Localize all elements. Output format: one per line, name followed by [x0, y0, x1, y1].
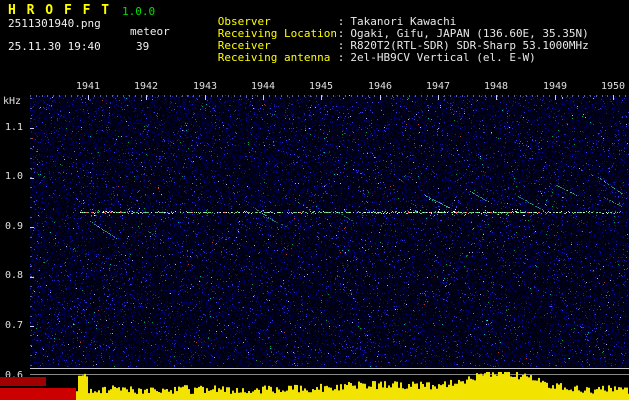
time-label: 1948: [483, 81, 509, 92]
spectrogram-canvas: [30, 95, 629, 367]
time-label: 1945: [308, 81, 334, 92]
time-label: 1944: [250, 81, 276, 92]
info-separator: :: [337, 51, 345, 64]
app-version: 1.0.0: [122, 5, 156, 18]
time-label: 1947: [425, 81, 451, 92]
status-marker-block: [0, 388, 76, 400]
time-label: 1942: [133, 81, 159, 92]
time-label: 1941: [75, 81, 101, 92]
time-label: 1950: [600, 81, 626, 92]
meteor-count: 39: [136, 40, 150, 53]
time-label: 1946: [367, 81, 393, 92]
time-label: 1943: [192, 81, 218, 92]
freq-label: 0.8: [5, 270, 24, 281]
freq-label: 0.9: [5, 221, 24, 232]
capture-datetime: 25.11.30 19:40: [8, 40, 101, 53]
app-title: H R O F F T: [8, 3, 111, 18]
info-label: Receiving antenna: [217, 51, 331, 64]
time-label: 1949: [542, 81, 568, 92]
output-filename: 2511301940.png: [8, 17, 101, 30]
hrofft-window: H R O F F T 1.0.0 2511301940.png meteor …: [0, 0, 629, 400]
freq-axis-unit-label: kHz: [3, 96, 22, 107]
freq-label: 1.1: [5, 122, 24, 133]
info-row-antenna: Receiving antenna:2el-HB9CV Vertical (el…: [178, 40, 536, 76]
info-value: 2el-HB9CV Vertical (el. E-W): [350, 51, 536, 64]
signal-strength-canvas: [76, 370, 629, 400]
status-marker-block: [0, 377, 46, 386]
separator-line: [30, 368, 629, 369]
freq-label: 0.7: [5, 320, 24, 331]
freq-label: 1.0: [5, 171, 24, 182]
mode-label: meteor: [130, 25, 170, 38]
